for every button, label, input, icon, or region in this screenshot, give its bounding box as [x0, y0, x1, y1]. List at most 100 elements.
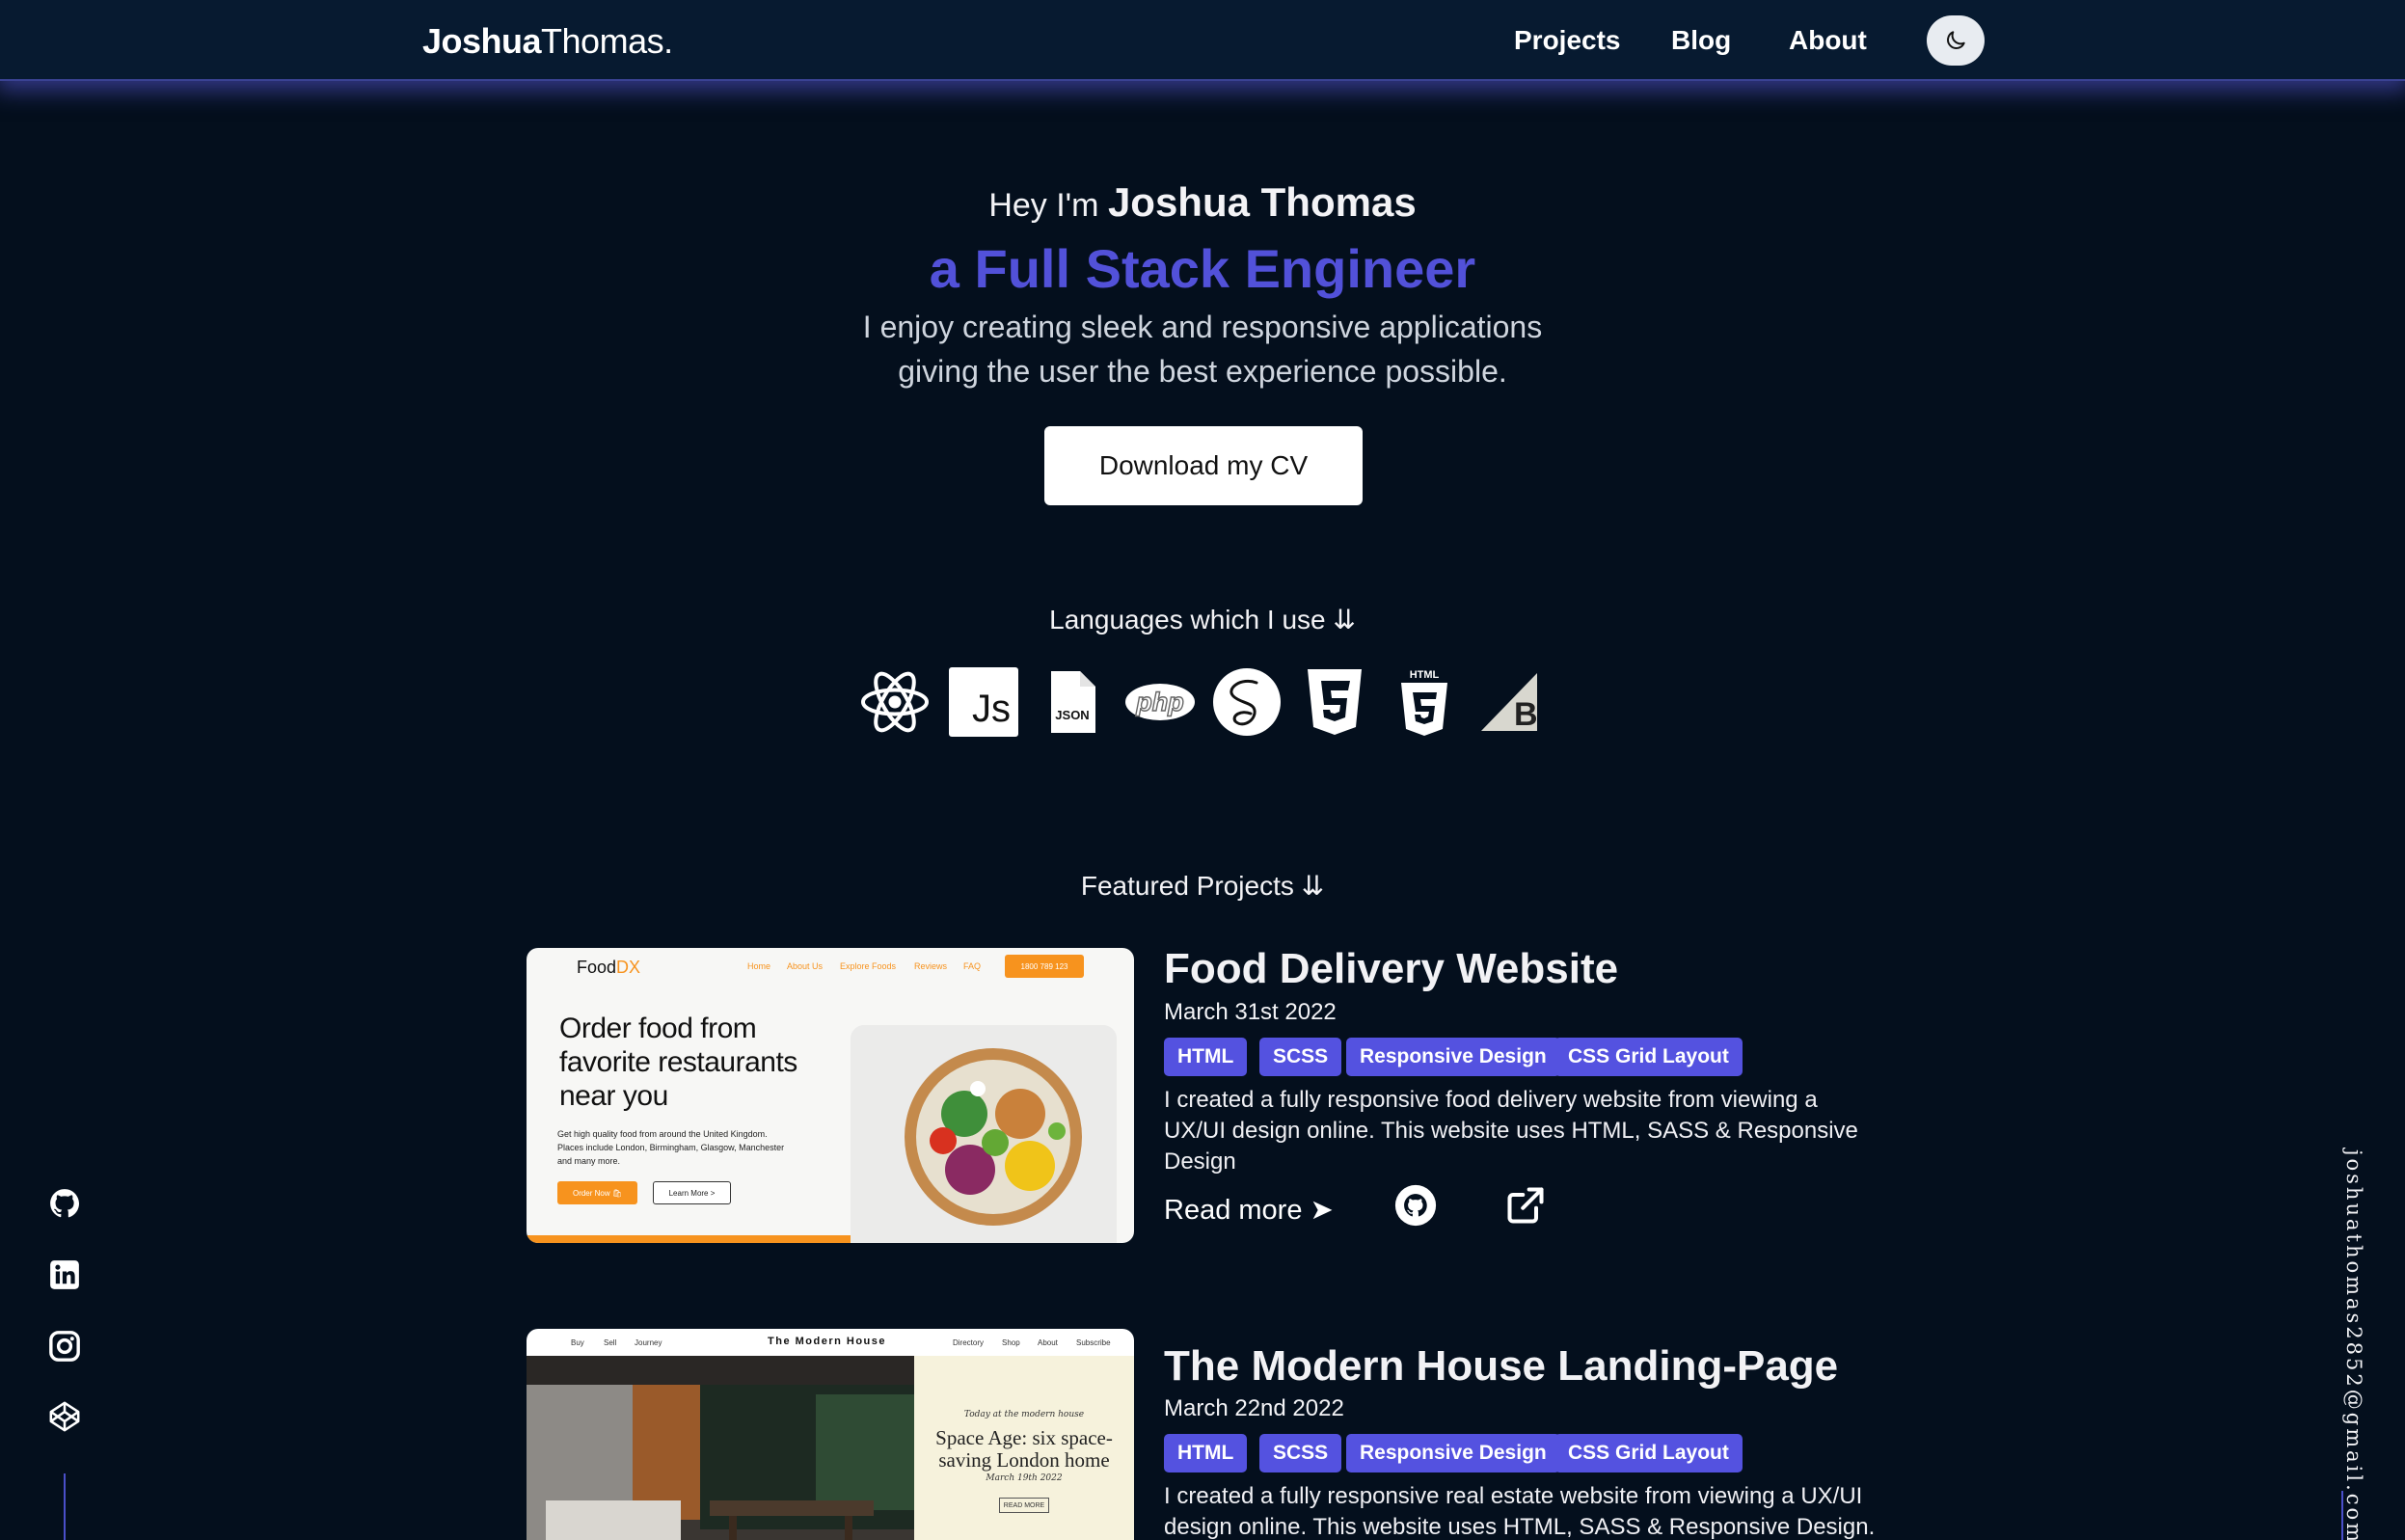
- project-2-tag-html: HTML: [1164, 1434, 1248, 1472]
- thumb-bottom-bar: [527, 1235, 851, 1243]
- project-2-tag-grid: CSS Grid Layout: [1554, 1434, 1743, 1472]
- theme-toggle-button[interactable]: [1927, 15, 1985, 66]
- logo-last-name: Thomas.: [541, 21, 673, 61]
- thumb-nav-home: Home: [747, 961, 771, 971]
- hero-name: Joshua Thomas: [1107, 179, 1417, 225]
- thumb-phone-button: 1800 789 123: [1005, 955, 1084, 978]
- hero-role: a Full Stack Engineer: [929, 238, 1476, 299]
- svg-text:B: B: [1514, 696, 1538, 733]
- salad-bowl-image: [905, 1048, 1082, 1226]
- thumb-logo-a: Food: [577, 958, 617, 977]
- thumb-body-2: Places include London, Birmingham, Glasg…: [557, 1143, 785, 1152]
- project-2-desc-line-1: I created a fully responsive real estate…: [1164, 1483, 1863, 1509]
- linkedin-icon[interactable]: [48, 1258, 81, 1291]
- project-1-desc-line-3: Design: [1164, 1148, 1236, 1175]
- mh-house-photo: [527, 1356, 914, 1540]
- thumb-headline-2: favorite restaurants: [559, 1046, 797, 1078]
- nav-about-link[interactable]: About: [1789, 25, 1867, 56]
- project-2-tag-scss: SCSS: [1259, 1434, 1342, 1472]
- project-1-tag-grid: CSS Grid Layout: [1554, 1038, 1743, 1076]
- thumb-learn-button: Learn More >: [653, 1181, 731, 1204]
- thumb-headline-1: Order food from: [559, 1013, 757, 1044]
- mh-nav-buy: Buy: [571, 1338, 584, 1347]
- mh-nav-about: About: [1038, 1338, 1058, 1347]
- left-sidebar-line: [64, 1473, 66, 1540]
- mh-headline-2: saving London home: [938, 1448, 1110, 1472]
- hero-desc-line-2: giving the user the best experience poss…: [898, 354, 1507, 389]
- hero-description: I enjoy creating sleek and responsive ap…: [0, 305, 2405, 393]
- project-1-tag-scss: SCSS: [1259, 1038, 1342, 1076]
- mh-nav-shop: Shop: [1002, 1338, 1020, 1347]
- json-icon: JSON: [1051, 671, 1095, 733]
- thumb-logo-b: DX: [616, 958, 641, 977]
- mh-brand: The Modern House: [768, 1336, 887, 1347]
- project-1-description: I created a fully responsive food delive…: [1164, 1085, 1858, 1177]
- thumb-food-panel: [851, 1025, 1117, 1243]
- json-icon-text: JSON: [1055, 708, 1089, 722]
- moon-icon: [1947, 31, 1965, 49]
- mh-read-more-button: READ MORE: [999, 1498, 1049, 1513]
- hero-desc-line-1: I enjoy creating sleek and responsive ap…: [862, 310, 1543, 344]
- js-icon-text: Js: [972, 688, 1011, 730]
- thumb-order-button: Order Now 🛍: [557, 1181, 637, 1204]
- thumb-headline-3: near you: [559, 1080, 668, 1112]
- greeting-text: Hey I'm: [988, 187, 1099, 224]
- food-delivery-thumbnail[interactable]: FoodDX Home About Us Explore Foods Revie…: [527, 948, 1134, 1243]
- thumb-body-3: and many more.: [557, 1156, 621, 1166]
- logo-first-name: Joshua: [422, 21, 542, 61]
- thumb-nav-reviews: Reviews: [914, 961, 948, 971]
- email-link[interactable]: joshuathomas2852@gmail.com: [2327, 1149, 2365, 1540]
- project-1-desc-line-2: UX/UI design online. This website uses H…: [1164, 1118, 1858, 1144]
- mh-nav-journey: Journey: [635, 1338, 662, 1347]
- thumb-body: Get high quality food from around the Un…: [557, 1127, 784, 1168]
- thumb-nav-about: About Us: [787, 961, 824, 971]
- css3-icon: [1308, 669, 1362, 735]
- mh-kicker: Today at the modern house: [963, 1410, 1085, 1419]
- sass-icon: [1213, 668, 1281, 736]
- project-1-github-icon[interactable]: [1394, 1184, 1437, 1227]
- project-2-description: I created a fully responsive real estate…: [1164, 1481, 1897, 1540]
- project-1-tag-html: HTML: [1164, 1038, 1248, 1076]
- mh-nav-sell: Sell: [604, 1338, 617, 1347]
- modern-house-thumbnail[interactable]: Buy Sell Journey The Modern House Direct…: [527, 1329, 1134, 1540]
- project-2-desc-line-2: design online. This website uses HTML, S…: [1164, 1514, 1876, 1540]
- mh-nav-subscribe: Subscribe: [1076, 1338, 1111, 1347]
- thumb-body-1: Get high quality food from around the Un…: [557, 1129, 768, 1139]
- html5-icon-text: HTML: [1410, 669, 1440, 681]
- instagram-icon[interactable]: [48, 1330, 81, 1363]
- project-1-external-link-icon[interactable]: [1504, 1184, 1547, 1227]
- right-sidebar-line: [2341, 1491, 2343, 1540]
- github-icon[interactable]: [48, 1187, 81, 1220]
- mh-headline: Space Age: six space- saving London home: [914, 1427, 1134, 1472]
- hero-greeting: Hey I'm Joshua Thomas: [0, 179, 2405, 226]
- bigcommerce-icon: B: [1481, 673, 1538, 733]
- php-icon-text: php: [1135, 688, 1183, 716]
- project-1-tag-responsive: Responsive Design: [1346, 1038, 1560, 1076]
- mh-nav-directory: Directory: [953, 1338, 985, 1347]
- mh-headline-1: Space Age: six space-: [935, 1426, 1113, 1449]
- nav-projects-link[interactable]: Projects: [1514, 25, 1621, 56]
- html5-icon: HTML: [1401, 669, 1447, 736]
- project-1-date: March 31st 2022: [1164, 999, 1337, 1025]
- thumb-nav-explore: Explore Foods: [840, 961, 897, 971]
- mh-article-panel: Today at the modern house Space Age: six…: [914, 1356, 1134, 1540]
- project-1-desc-line-1: I created a fully responsive food delive…: [1164, 1087, 1818, 1113]
- react-icon: [861, 671, 929, 733]
- thumb-nav-faq: FAQ: [963, 961, 982, 971]
- site-logo[interactable]: JoshuaThomas.: [422, 21, 673, 62]
- project-1-title: Food Delivery Website: [1164, 945, 1619, 992]
- project-2-title: The Modern House Landing-Page: [1164, 1342, 1839, 1390]
- project-1-read-more-link[interactable]: Read more ➤: [1164, 1193, 1334, 1227]
- project-2-tag-responsive: Responsive Design: [1346, 1434, 1560, 1472]
- download-cv-button[interactable]: Download my CV: [1044, 426, 1363, 505]
- featured-projects-heading: Featured Projects ⇊: [1080, 871, 1325, 901]
- nav-blog-link[interactable]: Blog: [1671, 25, 1731, 56]
- languages-heading: Languages which I use ⇊: [1049, 605, 1356, 635]
- project-2-date: March 22nd 2022: [1164, 1395, 1344, 1421]
- top-navbar: JoshuaThomas. Projects Blog About: [0, 0, 2405, 81]
- thumb-logo: FoodDX: [577, 958, 640, 978]
- php-icon: php: [1125, 684, 1195, 720]
- codepen-icon[interactable]: [48, 1400, 81, 1433]
- mh-date: March 19th 2022: [986, 1473, 1063, 1483]
- javascript-icon: Js: [949, 667, 1018, 737]
